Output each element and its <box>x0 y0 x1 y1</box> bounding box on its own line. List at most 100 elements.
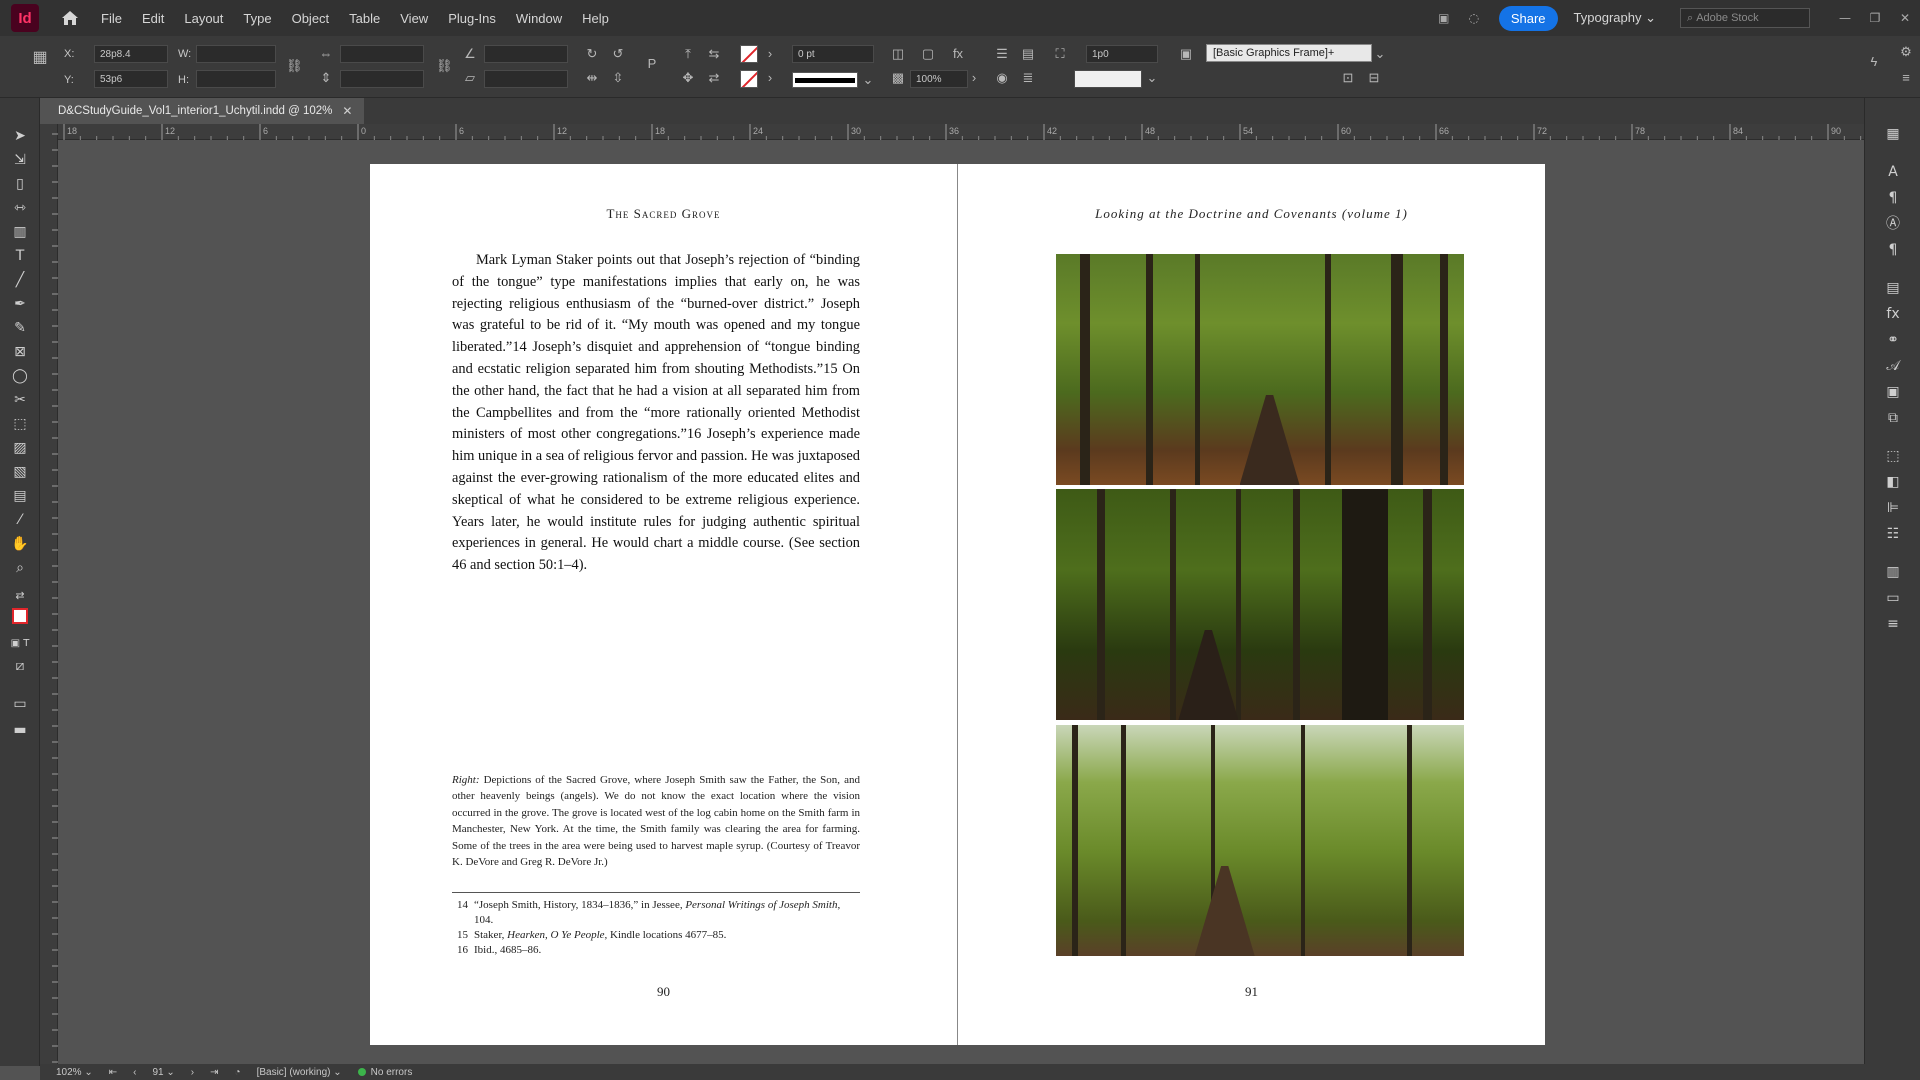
sacred-grove-photo-3[interactable] <box>1056 725 1464 956</box>
publish-icon[interactable]: ▣ <box>1429 11 1459 25</box>
fx-icon[interactable]: fx <box>950 46 966 62</box>
clear-overrides-icon[interactable]: ⊡ <box>1340 70 1356 86</box>
last-page-icon[interactable]: ⇥ <box>210 1067 218 1078</box>
swatches-panel-icon[interactable]: ▥ <box>1883 562 1903 582</box>
apply-none-icon[interactable]: ⧄ <box>10 656 30 676</box>
scale-x-icon[interactable]: ⇔ <box>318 46 334 62</box>
text-wrap-offset-field[interactable]: 1p0 <box>1086 45 1158 63</box>
screen-mode-icon[interactable]: ▭ <box>10 694 30 714</box>
effects-panel-icon[interactable]: fx <box>1883 304 1903 324</box>
scissors-tool-icon[interactable]: ✂ <box>10 390 30 410</box>
page-tool-icon[interactable]: ▯ <box>10 174 30 194</box>
rectangle-frame-tool-icon[interactable]: ⊠ <box>10 342 30 362</box>
stroke-weight-field[interactable]: 0 pt <box>792 45 874 63</box>
home-icon[interactable] <box>59 7 81 29</box>
stroke-menu-icon[interactable]: › <box>762 70 778 86</box>
formatting-affects-icon[interactable]: ▣ T <box>10 634 30 654</box>
footnotes[interactable]: 14 “Joseph Smith, History, 1834–1836,” i… <box>452 898 860 958</box>
control-settings-icon[interactable]: ⚙ <box>1898 44 1914 60</box>
menu-type[interactable]: Type <box>233 11 281 26</box>
gradient-panel-icon[interactable]: ▭ <box>1883 588 1903 608</box>
pencil-tool-icon[interactable]: ✎ <box>10 318 30 338</box>
stroke-type-dropdown-icon[interactable]: ⌄ <box>860 72 876 88</box>
paragraph-styles-icon[interactable]: ¶ <box>1883 240 1903 260</box>
zoom-level[interactable]: 102% ⌄ <box>56 1067 93 1078</box>
menu-object[interactable]: Object <box>282 11 340 26</box>
text-wrap-bbox-icon[interactable]: ▤ <box>1020 46 1036 62</box>
body-text-frame[interactable]: Mark Lyman Staker points out that Joseph… <box>452 250 860 577</box>
note-tool-icon[interactable]: ▤ <box>10 486 30 506</box>
content-collector-icon[interactable]: ▥ <box>10 222 30 242</box>
stroke-panel-icon[interactable]: ≡ <box>1883 614 1903 634</box>
text-wrap-panel-icon[interactable]: ▣ <box>1883 382 1903 402</box>
view-mode-icon[interactable]: ▬ <box>10 720 30 740</box>
stroke-swatch[interactable] <box>740 70 758 88</box>
previous-page-icon[interactable]: ‹ <box>133 1067 136 1078</box>
x-field[interactable]: 28p8.4 <box>94 45 168 63</box>
menu-layout[interactable]: Layout <box>174 11 233 26</box>
links-panel-icon[interactable]: ⚭ <box>1883 330 1903 350</box>
constrain-proportions-icon[interactable]: ⛓ <box>286 58 303 74</box>
preflight-icon[interactable]: ◔ <box>235 1067 241 1078</box>
w-field[interactable] <box>196 45 276 63</box>
frame-color-dropdown-icon[interactable]: ⌄ <box>1144 70 1160 86</box>
text-wrap-jump-icon[interactable]: ≣ <box>1020 70 1036 86</box>
page-90[interactable]: The Sacred Grove Mark Lyman Staker point… <box>370 164 957 1045</box>
menu-table[interactable]: Table <box>339 11 390 26</box>
fill-menu-icon[interactable]: › <box>762 46 778 62</box>
lightbulb-icon[interactable]: ◌ <box>1459 11 1489 25</box>
workspace-switcher[interactable]: Typography ⌄ <box>1574 10 1656 26</box>
zoom-tool-icon[interactable]: ⌕ <box>10 558 30 578</box>
text-wrap-shape-icon[interactable]: ◉ <box>994 70 1010 86</box>
fill-stroke-icon[interactable] <box>10 608 30 628</box>
caption-frame[interactable]: Right: Depictions of the Sacred Grove, w… <box>452 772 860 870</box>
character-styles-icon[interactable]: Ⓐ <box>1883 214 1903 234</box>
flip-horizontal-icon[interactable]: ⇹ <box>584 70 600 86</box>
glyphs-panel-icon[interactable]: 𝒜 <box>1883 356 1903 376</box>
reference-point-icon[interactable]: ▦ <box>28 50 52 74</box>
scale-x-field[interactable] <box>340 45 424 63</box>
pen-tool-icon[interactable]: ✒ <box>10 294 30 314</box>
close-tab-icon[interactable]: ✕ <box>342 104 352 118</box>
type-tool-icon[interactable]: T <box>10 246 30 266</box>
share-button[interactable]: Share <box>1498 5 1558 31</box>
minimize-icon[interactable]: — <box>1830 11 1860 25</box>
object-style-chevron-icon[interactable]: ⌄ <box>1372 46 1388 62</box>
page-number-field[interactable]: 91 ⌄ <box>152 1067 174 1078</box>
line-tool-icon[interactable]: ╱ <box>10 270 30 290</box>
vertical-ruler[interactable] <box>40 124 58 1064</box>
adobe-stock-search[interactable]: ⌕ Adobe Stock <box>1680 8 1810 28</box>
auto-fit-icon[interactable]: ⛶ <box>1052 46 1068 62</box>
page-91[interactable]: Looking at the Doctrine and Covenants (v… <box>958 164 1545 1045</box>
object-style-dropdown[interactable]: [Basic Graphics Frame]+ <box>1206 44 1372 62</box>
menu-view[interactable]: View <box>390 11 438 26</box>
rotation-icon[interactable]: ∠ <box>462 46 478 62</box>
menu-edit[interactable]: Edit <box>132 11 174 26</box>
frame-color-field[interactable] <box>1074 70 1142 88</box>
horizontal-ruler[interactable]: 18 12 6 0 6 12 18 24 30 36 42 48 54 60 66 72 78 84 90 <box>58 124 1911 140</box>
text-wrap-none-icon[interactable]: ☰ <box>994 46 1010 62</box>
h-field[interactable] <box>196 70 276 88</box>
layers-panel-icon[interactable]: ◧ <box>1883 472 1903 492</box>
scale-y-icon[interactable]: ⇕ <box>318 70 334 86</box>
stroke-type-swatch[interactable] <box>792 72 858 88</box>
free-transform-tool-icon[interactable]: ⬚ <box>10 414 30 434</box>
opacity-menu-icon[interactable]: › <box>966 70 982 86</box>
flip-vertical-icon[interactable]: ⇳ <box>610 70 626 86</box>
opacity-field[interactable]: 100% <box>910 70 968 88</box>
y-field[interactable]: 53p6 <box>94 70 168 88</box>
rotate-cw-icon[interactable]: ↻ <box>584 46 600 62</box>
pages-panel-icon[interactable]: ▤ <box>1883 278 1903 298</box>
select-container-icon[interactable]: ⤒ <box>680 46 696 62</box>
menu-help[interactable]: Help <box>572 11 619 26</box>
sacred-grove-photo-1[interactable] <box>1056 254 1464 485</box>
cross-references-icon[interactable]: ⧉ <box>1883 408 1903 428</box>
menu-plug-ins[interactable]: Plug-Ins <box>438 11 506 26</box>
select-content-icon[interactable]: ✥ <box>680 70 696 86</box>
close-window-icon[interactable]: ✕ <box>1890 11 1920 25</box>
scale-y-field[interactable] <box>340 70 424 88</box>
properties-panel-icon[interactable]: ☷ <box>1883 524 1903 544</box>
drop-shadow-icon[interactable]: ◫ <box>890 46 906 62</box>
restore-icon[interactable]: ❐ <box>1860 11 1890 25</box>
next-page-icon[interactable]: › <box>191 1067 194 1078</box>
